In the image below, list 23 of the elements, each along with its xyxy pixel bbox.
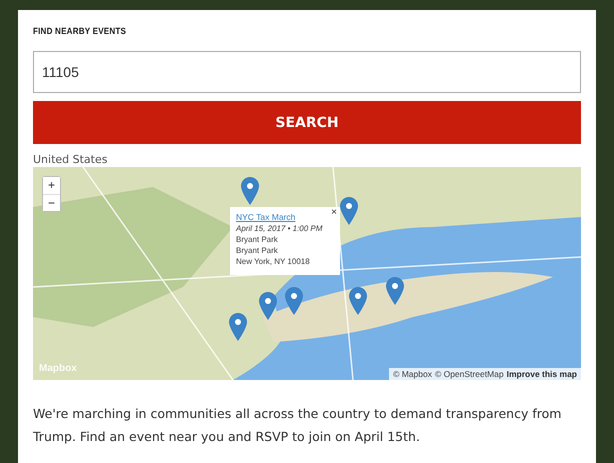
close-button[interactable]: × <box>331 208 337 218</box>
improve-map-link[interactable]: Improve this map <box>506 369 577 379</box>
map-marker-icon[interactable] <box>259 292 277 320</box>
map-marker-icon[interactable] <box>349 287 367 315</box>
map-marker-icon[interactable] <box>386 277 404 305</box>
form-label: FIND NEARBY EVENTS <box>33 26 128 36</box>
attribution-link[interactable]: © OpenStreetMap <box>434 369 504 379</box>
map-marker-icon[interactable] <box>285 287 303 315</box>
map-marker-icon[interactable] <box>229 313 247 341</box>
zoom-out-button[interactable]: − <box>43 194 60 211</box>
zip-input-field[interactable]: 11105 <box>33 51 581 93</box>
search-button[interactable]: SEARCH <box>33 101 581 144</box>
event-address-line: New York, NY 10018 <box>236 256 311 267</box>
intro-paragraph: We're marching in communities all across the country to demand transparency from Trump. Find an event near you and RSVP to join on April 15th. <box>33 405 562 446</box>
event-address-line: Bryant Park <box>236 245 279 256</box>
attribution-link[interactable]: © Mapbox <box>393 369 432 379</box>
event-title-link[interactable]: NYC Tax March <box>236 212 334 223</box>
map-logo: Mapbox <box>39 363 77 374</box>
event-datetime: April 15, 2017 • 1:00 PM <box>236 223 324 234</box>
event-address-line: Bryant Park <box>236 234 279 245</box>
map-marker-icon[interactable] <box>340 197 358 225</box>
country-label: United States <box>33 153 108 167</box>
map-marker-icon[interactable] <box>241 177 259 205</box>
